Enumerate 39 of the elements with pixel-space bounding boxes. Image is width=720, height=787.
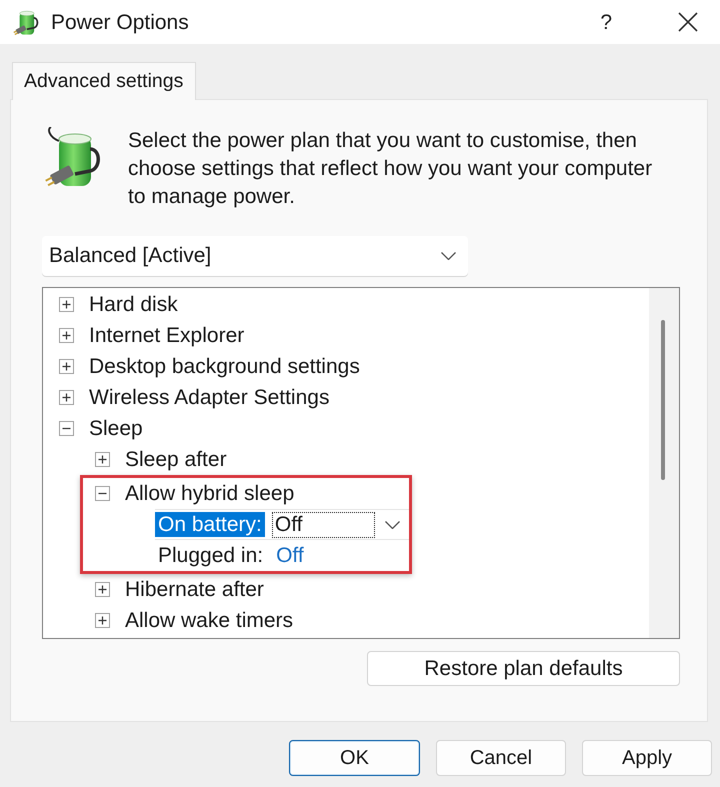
value-link[interactable]: Off: [273, 542, 304, 568]
setting-label[interactable]: Plugged in:: [155, 542, 266, 568]
value-dropdown[interactable]: Off: [272, 512, 375, 538]
restore-defaults-button[interactable]: Restore plan defaults: [367, 651, 680, 686]
tree-item[interactable]: Hibernate after: [125, 576, 264, 602]
tree-item[interactable]: Sleep after: [125, 446, 227, 472]
dialog-button[interactable]: Apply: [582, 740, 712, 776]
close-button[interactable]: [678, 12, 698, 32]
chevron-icon: [384, 520, 400, 528]
app-icon: [12, 8, 40, 36]
close-icon: [678, 12, 698, 32]
tree-item[interactable]: Allow wake timers: [125, 608, 294, 634]
plus-box-icon[interactable]: [95, 613, 110, 628]
plus-box-icon[interactable]: [59, 297, 74, 312]
chevron-icon: [441, 252, 456, 260]
description-text: Select the power plan that you want to customise, then choose settings that reflect how you want your computer to manage power.: [128, 128, 654, 210]
minus-box-icon[interactable]: [95, 486, 110, 501]
plus-box-icon[interactable]: [59, 328, 74, 343]
dialog-button[interactable]: Cancel: [436, 740, 566, 776]
setting-label[interactable]: On battery:: [155, 512, 265, 538]
scrollbar-track[interactable]: [649, 288, 679, 638]
minus-box-icon[interactable]: [59, 421, 74, 436]
tree-item[interactable]: Sleep: [89, 416, 143, 442]
plan-dropdown[interactable]: Balanced [Active]: [42, 236, 468, 276]
tree-item[interactable]: Desktop background settings: [89, 354, 360, 380]
tree-item[interactable]: Wireless Adapter Settings: [89, 384, 330, 410]
plus-box-icon[interactable]: [59, 359, 74, 374]
plus-box-icon[interactable]: [95, 582, 110, 597]
plus-box-icon[interactable]: [59, 390, 74, 405]
window-title: Power Options: [51, 12, 189, 32]
tree-item[interactable]: Hard disk: [89, 292, 178, 318]
help-button[interactable]: ?: [600, 12, 612, 32]
dialog-button[interactable]: OK: [289, 740, 420, 776]
plus-box-icon[interactable]: [95, 452, 110, 467]
tree-item[interactable]: Allow hybrid sleep: [125, 480, 294, 506]
tree-item[interactable]: Internet Explorer: [89, 322, 244, 348]
battery-plug-icon: [45, 127, 101, 189]
scrollbar-thumb[interactable]: [661, 320, 665, 480]
tab[interactable]: Advanced settings: [12, 62, 196, 100]
